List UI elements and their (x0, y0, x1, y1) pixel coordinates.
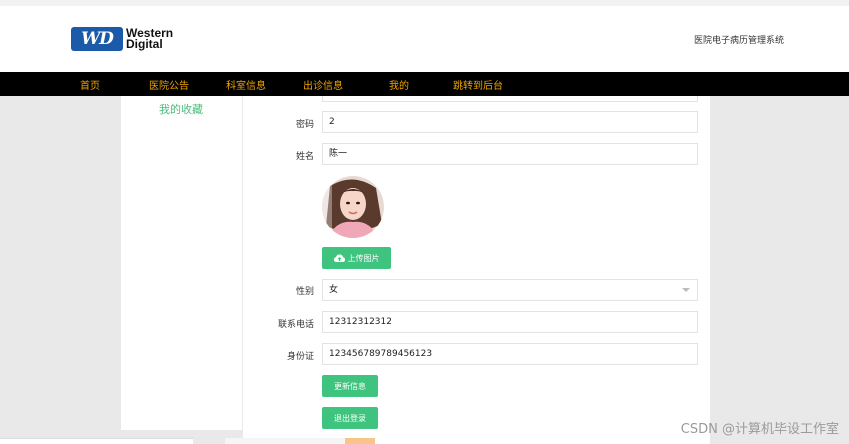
logo-wordmark: Western Digital (126, 26, 174, 51)
bottom-accent-bar (345, 438, 375, 444)
password-label: 密码 (295, 120, 314, 130)
nav-item-home[interactable]: 首页 (80, 77, 100, 92)
nav-item-admin[interactable]: 跳转到后台 (453, 77, 503, 92)
system-title: 医院电子病历管理系统 (693, 36, 784, 46)
nav-item-mine[interactable]: 我的 (389, 77, 409, 92)
name-field[interactable]: 陈一 (322, 143, 698, 165)
brand-logo[interactable]: WD Western Digital (71, 27, 173, 51)
cut-off-field[interactable] (322, 96, 698, 102)
phone-field[interactable]: 12312312312 (322, 311, 698, 333)
main-nav: 首页 医院公告 科室信息 出诊信息 我的 跳转到后台 (0, 72, 849, 96)
sidebar: 我的收藏 (121, 96, 242, 430)
wd-logo-icon: WD (71, 27, 123, 51)
gender-select[interactable]: 女 (322, 279, 698, 301)
password-field[interactable]: 2 (322, 111, 698, 133)
phone-label: 联系电话 (277, 320, 314, 330)
sidebar-item-favorites[interactable]: 我的收藏 (159, 101, 203, 117)
bottom-left-panel (0, 438, 193, 444)
id-card-field[interactable]: 123456789789456123 (322, 343, 698, 365)
nav-item-announcements[interactable]: 医院公告 (149, 77, 189, 92)
id-card-label: 身份证 (286, 352, 314, 362)
avatar (322, 176, 384, 238)
cloud-upload-icon (333, 254, 345, 262)
nav-item-schedule[interactable]: 出诊信息 (303, 77, 343, 92)
gender-label: 性别 (295, 287, 314, 297)
watermark: CSDN @计算机毕设工作室 (680, 422, 839, 437)
chevron-down-icon (682, 288, 690, 292)
name-label: 姓名 (295, 152, 314, 162)
upload-image-button[interactable]: 上传图片 (322, 247, 391, 269)
update-info-button[interactable]: 更新信息 (322, 375, 378, 397)
header: WD Western Digital 医院电子病历管理系统 (0, 6, 849, 72)
nav-item-departments[interactable]: 科室信息 (226, 77, 266, 92)
logout-button[interactable]: 退出登录 (322, 407, 378, 429)
